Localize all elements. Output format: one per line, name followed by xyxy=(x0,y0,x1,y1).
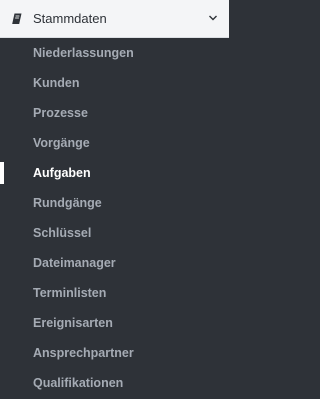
submenu-item-schluessel[interactable]: Schlüssel xyxy=(0,218,229,248)
submenu-item-qualifikationen[interactable]: Qualifikationen xyxy=(0,368,229,398)
submenu-item-rundgaenge[interactable]: Rundgänge xyxy=(0,188,229,218)
submenu-item-label: Prozesse xyxy=(33,106,88,120)
submenu-item-ereignisarten[interactable]: Ereignisarten xyxy=(0,308,229,338)
submenu-item-label: Aufgaben xyxy=(33,166,91,180)
submenu-item-label: Schlüssel xyxy=(33,226,92,240)
submenu-list: Niederlassungen Kunden Prozesse Vorgänge… xyxy=(0,38,229,398)
section-header-label: Stammdaten xyxy=(33,11,107,26)
submenu-item-terminlisten[interactable]: Terminlisten xyxy=(0,278,229,308)
submenu-item-dateimanager[interactable]: Dateimanager xyxy=(0,248,229,278)
submenu-item-label: Terminlisten xyxy=(33,286,107,300)
book-icon xyxy=(12,13,22,24)
submenu-item-label: Dateimanager xyxy=(33,256,116,270)
submenu-item-vorgaenge[interactable]: Vorgänge xyxy=(0,128,229,158)
submenu-item-kunden[interactable]: Kunden xyxy=(0,68,229,98)
submenu-item-aufgaben[interactable]: Aufgaben xyxy=(0,158,229,188)
submenu-item-label: Niederlassungen xyxy=(33,46,134,60)
submenu-item-label: Kunden xyxy=(33,76,80,90)
sidebar-nav: Stammdaten Niederlassungen Kunden Prozes… xyxy=(0,0,229,399)
submenu-item-prozesse[interactable]: Prozesse xyxy=(0,98,229,128)
section-header-stammdaten[interactable]: Stammdaten xyxy=(0,0,229,38)
submenu-item-niederlassungen[interactable]: Niederlassungen xyxy=(0,38,229,68)
submenu-item-label: Ansprechpartner xyxy=(33,346,134,360)
submenu-item-label: Qualifikationen xyxy=(33,376,124,390)
submenu-item-ansprechpartner[interactable]: Ansprechpartner xyxy=(0,338,229,368)
submenu-item-label: Vorgänge xyxy=(33,136,90,150)
chevron-down-icon[interactable] xyxy=(208,14,218,22)
submenu-item-label: Rundgänge xyxy=(33,196,102,210)
submenu-item-label: Ereignisarten xyxy=(33,316,113,330)
active-indicator xyxy=(0,162,4,184)
